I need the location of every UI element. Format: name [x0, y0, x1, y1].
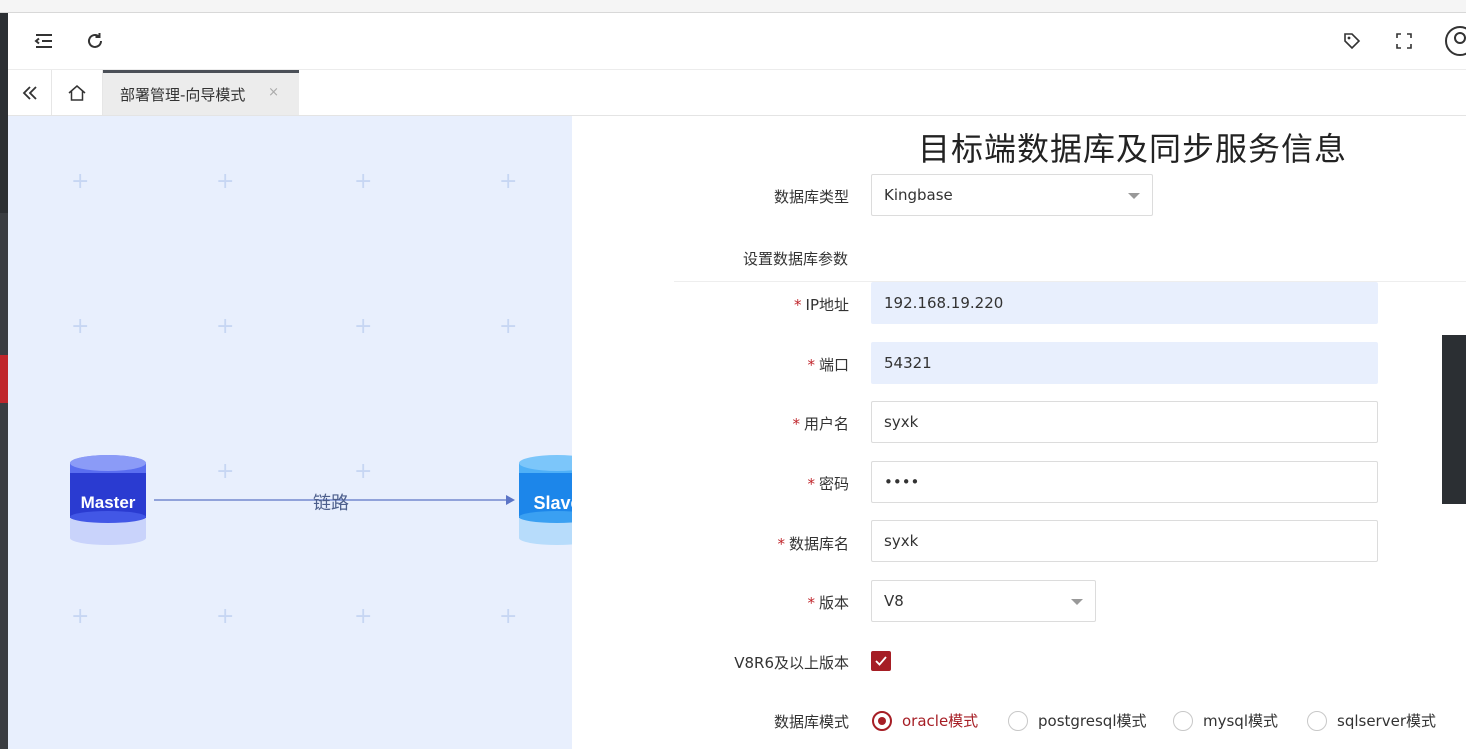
radio-mysql-mode[interactable]: mysql模式 — [1173, 710, 1278, 731]
version-select[interactable]: V8 — [871, 580, 1096, 622]
required-mark: * — [807, 475, 815, 493]
home-tab-button[interactable] — [52, 70, 103, 115]
grid-plus-mark: + — [216, 169, 235, 194]
user-avatar-icon[interactable] — [1442, 25, 1466, 57]
grid-plus-mark: + — [354, 314, 373, 339]
radio-oracle-mode[interactable]: oracle模式 — [872, 710, 978, 731]
master-label: Master — [80, 493, 136, 512]
top-header — [8, 13, 1466, 70]
tab-deploy-wizard[interactable]: 部署管理-向导模式 × — [103, 70, 299, 115]
topology-diagram: + + + + + + + + + + + + + + 链路 Master Sl… — [8, 116, 572, 749]
grid-plus-mark: + — [71, 169, 90, 194]
radio-indicator — [872, 710, 892, 731]
page-title: 目标端数据库及同步服务信息 — [918, 130, 1348, 168]
username-label: * 用户名 — [792, 415, 849, 433]
db-type-label: 数据库类型 — [773, 188, 849, 206]
radio-indicator — [1173, 710, 1193, 731]
required-mark: * — [807, 356, 815, 374]
link-label: 链路 — [313, 493, 349, 514]
grid-plus-mark: + — [354, 169, 373, 194]
left-sidebar-edge — [0, 13, 8, 749]
password-input[interactable]: •••• — [871, 461, 1378, 503]
side-drawer-handle[interactable] — [1442, 335, 1466, 504]
sidebar-active-marker — [0, 355, 8, 403]
required-mark: * — [807, 594, 815, 612]
radio-sqlserver-mode[interactable]: sqlserver模式 — [1307, 710, 1436, 731]
collapse-tabs-button[interactable] — [8, 70, 52, 115]
port-input[interactable]: 54321 — [871, 342, 1378, 384]
db-type-value: Kingbase — [884, 186, 953, 204]
checkmark-icon — [875, 656, 887, 666]
grid-plus-mark: + — [354, 459, 373, 484]
username-input[interactable]: syxk — [871, 401, 1378, 443]
tab-label: 部署管理-向导模式 — [120, 85, 246, 104]
slave-database-icon[interactable]: Slave — [519, 454, 572, 546]
required-mark: * — [794, 296, 802, 314]
password-label: * 密码 — [807, 475, 849, 493]
menu-fold-icon[interactable] — [30, 27, 58, 55]
grid-plus-mark: + — [71, 314, 90, 339]
required-mark: * — [792, 415, 800, 433]
refresh-icon[interactable] — [81, 27, 109, 55]
db-mode-label: 数据库模式 — [773, 713, 849, 731]
grid-plus-mark: + — [71, 604, 90, 629]
ip-label: * IP地址 — [794, 296, 849, 314]
radio-postgresql-mode[interactable]: postgresql模式 — [1008, 710, 1147, 731]
db-type-select[interactable]: Kingbase — [871, 174, 1153, 216]
tab-bar: 部署管理-向导模式 × — [8, 70, 1466, 116]
grid-plus-mark: + — [216, 314, 235, 339]
ip-input[interactable]: 192.168.19.220 — [871, 282, 1378, 324]
chevron-down-icon — [1071, 599, 1083, 605]
v8r6-label: V8R6及以上版本 — [734, 654, 849, 672]
v8r6-checkbox[interactable] — [871, 651, 891, 671]
dbname-input[interactable]: syxk — [871, 520, 1378, 562]
dbname-label: * 数据库名 — [777, 535, 849, 553]
chevron-down-icon — [1128, 193, 1140, 199]
tab-close-icon[interactable]: × — [268, 85, 279, 100]
target-db-form: 目标端数据库及同步服务信息 数据库类型 Kingbase 设置数据库参数 * IP… — [572, 116, 1466, 749]
radio-indicator — [1008, 710, 1028, 731]
fullscreen-icon[interactable] — [1390, 27, 1418, 55]
version-label: * 版本 — [807, 594, 849, 612]
grid-plus-mark: + — [499, 604, 518, 629]
tag-icon[interactable] — [1338, 27, 1366, 55]
grid-plus-mark: + — [499, 169, 518, 194]
grid-plus-mark: + — [216, 604, 235, 629]
port-label: * 端口 — [807, 356, 849, 374]
master-database-icon[interactable]: Master — [70, 454, 146, 546]
grid-plus-mark: + — [354, 604, 373, 629]
radio-indicator — [1307, 710, 1327, 731]
home-icon — [68, 84, 86, 101]
double-chevron-left-icon — [22, 85, 37, 100]
required-mark: * — [777, 535, 785, 553]
slave-label: Slave — [533, 493, 572, 513]
grid-plus-mark: + — [499, 314, 518, 339]
browser-top-strip — [0, 0, 1466, 13]
section-label: 设置数据库参数 — [742, 250, 848, 268]
grid-plus-mark: + — [216, 459, 235, 484]
